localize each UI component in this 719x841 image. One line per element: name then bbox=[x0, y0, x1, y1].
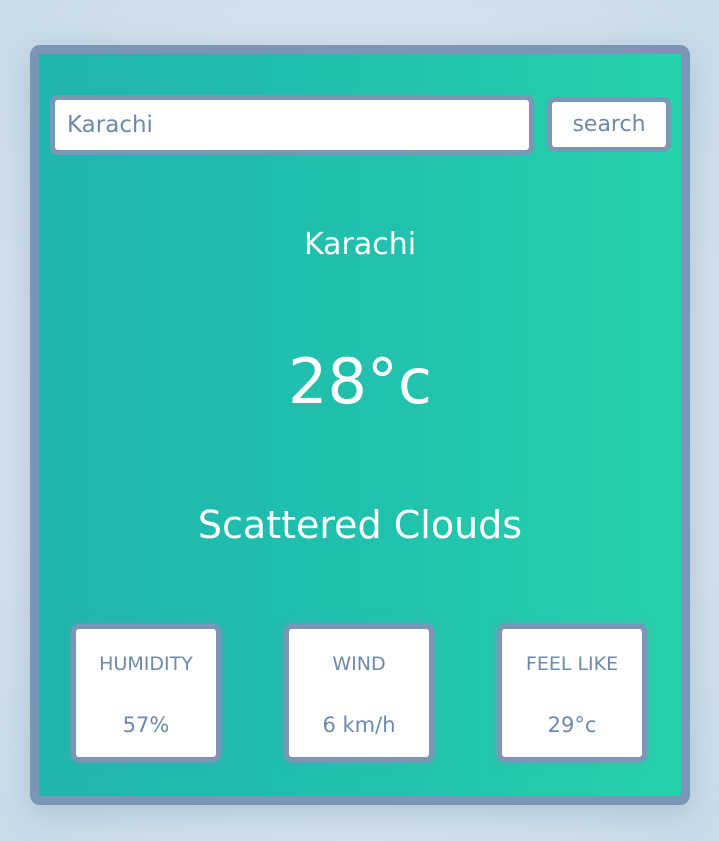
temperature: 28°c bbox=[288, 345, 432, 418]
city-search-input[interactable] bbox=[50, 95, 534, 155]
search-button[interactable]: search bbox=[547, 97, 671, 152]
feel-like-card: FEEL LIKE 29°c bbox=[497, 624, 647, 762]
humidity-value: 57% bbox=[122, 713, 170, 737]
feel-like-value: 29°c bbox=[547, 713, 597, 737]
humidity-card: HUMIDITY 57% bbox=[71, 624, 221, 762]
weather-description: Scattered Clouds bbox=[197, 503, 523, 547]
feel-like-label: FEEL LIKE bbox=[525, 653, 619, 675]
humidity-label: HUMIDITY bbox=[99, 653, 193, 675]
wind-card: WIND 6 km/h bbox=[284, 624, 434, 762]
weather-card: search Karachi 28°c Scattered Clouds HUM… bbox=[30, 45, 690, 805]
wind-label: WIND bbox=[332, 653, 386, 675]
wind-value: 6 km/h bbox=[322, 713, 396, 737]
city-name: Karachi bbox=[303, 227, 417, 262]
